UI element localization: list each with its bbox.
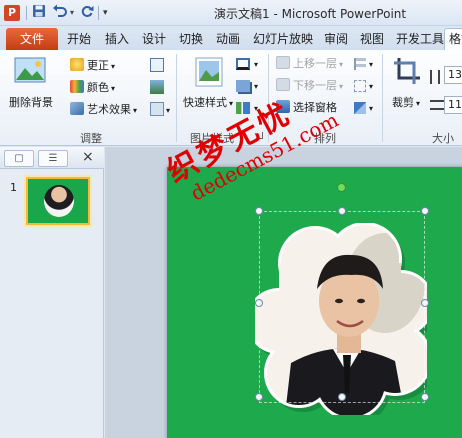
picture-effects-icon[interactable] [236, 80, 250, 92]
rotate-dropdown[interactable]: ▾ [367, 100, 373, 117]
group-separator [382, 54, 383, 142]
picture-border-dropdown[interactable]: ▾ [252, 56, 258, 73]
resize-handle-left[interactable] [255, 299, 263, 307]
slides-tab-icon: ▢ [14, 153, 24, 164]
corrections-button[interactable]: 更正 ▾ [70, 58, 115, 75]
bring-forward-icon [276, 56, 290, 69]
corrections-label: 更正 [87, 59, 109, 72]
tab-review[interactable]: 审阅 [324, 30, 348, 48]
quick-styles-label: 快速样式 [183, 96, 227, 109]
color-button[interactable]: 颜色 ▾ [70, 80, 115, 97]
resize-handle-bottom-right[interactable] [421, 393, 429, 401]
align-icon[interactable] [354, 58, 366, 70]
group-objects-icon[interactable] [354, 80, 366, 92]
slide-editing-area [105, 147, 462, 438]
remove-background-icon[interactable] [14, 56, 48, 86]
compress-pictures-icon[interactable] [150, 58, 164, 72]
artistic-effects-icon [70, 102, 84, 115]
tab-animations[interactable]: 动画 [216, 30, 240, 48]
height-icon [430, 70, 440, 84]
resize-handle-top-right[interactable] [421, 207, 429, 215]
powerpoint-app-icon[interactable]: P [4, 5, 20, 21]
title-bar: P ▾ ▾ 演示文稿1 - Microsoft PowerPoint [0, 0, 462, 26]
picture-border-icon[interactable] [236, 58, 250, 70]
close-icon[interactable]: × [82, 149, 94, 165]
slides-tab[interactable]: ▢ [4, 150, 34, 167]
artistic-effects-label: 艺术效果 [87, 103, 131, 116]
width-icon [430, 100, 444, 110]
qat-separator [26, 6, 27, 20]
adjust-group-label: 调整 [80, 132, 102, 145]
change-picture-icon[interactable] [150, 80, 164, 94]
color-icon [70, 80, 84, 93]
slide-number: 1 [10, 181, 17, 194]
crop-icon[interactable] [392, 56, 422, 86]
reset-picture-dropdown[interactable]: ▾ [164, 102, 170, 119]
slide-thumbnail[interactable] [26, 177, 90, 225]
resize-handle-top[interactable] [338, 207, 346, 215]
resize-handle-bottom-left[interactable] [255, 393, 263, 401]
color-label: 颜色 [87, 81, 109, 94]
resize-handle-top-left[interactable] [255, 207, 263, 215]
redo-icon[interactable] [80, 4, 94, 22]
remove-background-button[interactable]: 删除背景 [9, 94, 53, 110]
rotation-handle[interactable] [337, 183, 346, 192]
tab-design[interactable]: 设计 [142, 30, 166, 48]
thumbnail-photo [44, 185, 74, 217]
bring-forward-label: 上移一层 [293, 57, 337, 70]
picture-effects-dropdown[interactable]: ▾ [252, 78, 258, 95]
tab-developer[interactable]: 开发工具 [396, 30, 444, 48]
outline-tab[interactable]: ☰ [38, 150, 68, 167]
corrections-icon [70, 58, 84, 71]
tab-transitions[interactable]: 切换 [179, 30, 203, 48]
slide-canvas[interactable] [167, 167, 462, 438]
resize-handle-right[interactable] [421, 299, 429, 307]
customize-qat-icon[interactable]: ▾ [103, 4, 108, 22]
size-group-label: 大小 [432, 132, 454, 145]
quick-styles-button[interactable]: 快速样式 ▾ [183, 94, 233, 110]
rotate-icon[interactable] [354, 102, 366, 114]
resize-handle-bottom[interactable] [338, 393, 346, 401]
tab-insert[interactable]: 插入 [105, 30, 129, 48]
slides-panel: ▢ ☰ × 1 [0, 147, 104, 438]
tab-slideshow[interactable]: 幻灯片放映 [253, 30, 313, 48]
outline-tab-icon: ☰ [48, 153, 58, 164]
qat-separator [98, 6, 99, 20]
height-field[interactable]: 13 [444, 66, 462, 84]
width-field[interactable]: 11 [444, 96, 462, 114]
artistic-effects-button[interactable]: 艺术效果 ▾ [70, 102, 137, 119]
panel-tabs: ▢ ☰ × [0, 147, 104, 169]
group-separator [176, 54, 177, 142]
tab-view[interactable]: 视图 [360, 30, 384, 48]
crop-button[interactable]: 裁剪 ▾ [392, 94, 420, 110]
ribbon-tab-row: 文件 开始 插入 设计 切换 动画 幻灯片放映 审阅 视图 开发工具 格式 [0, 26, 462, 50]
tab-home[interactable]: 开始 [67, 30, 91, 48]
reset-picture-icon[interactable] [150, 102, 164, 116]
quick-styles-icon[interactable] [194, 56, 224, 88]
save-icon[interactable] [32, 4, 46, 22]
selection-box [259, 211, 425, 403]
undo-dropdown-icon[interactable]: ▾ [70, 4, 74, 22]
undo-icon[interactable] [52, 4, 68, 22]
crop-label: 裁剪 [392, 96, 414, 109]
align-dropdown[interactable]: ▾ [367, 56, 373, 73]
window-title: 演示文稿1 - Microsoft PowerPoint [214, 7, 407, 21]
group-objects-dropdown[interactable]: ▾ [367, 78, 373, 95]
tab-file[interactable]: 文件 [6, 28, 58, 50]
tab-format[interactable]: 格式 [444, 28, 462, 50]
